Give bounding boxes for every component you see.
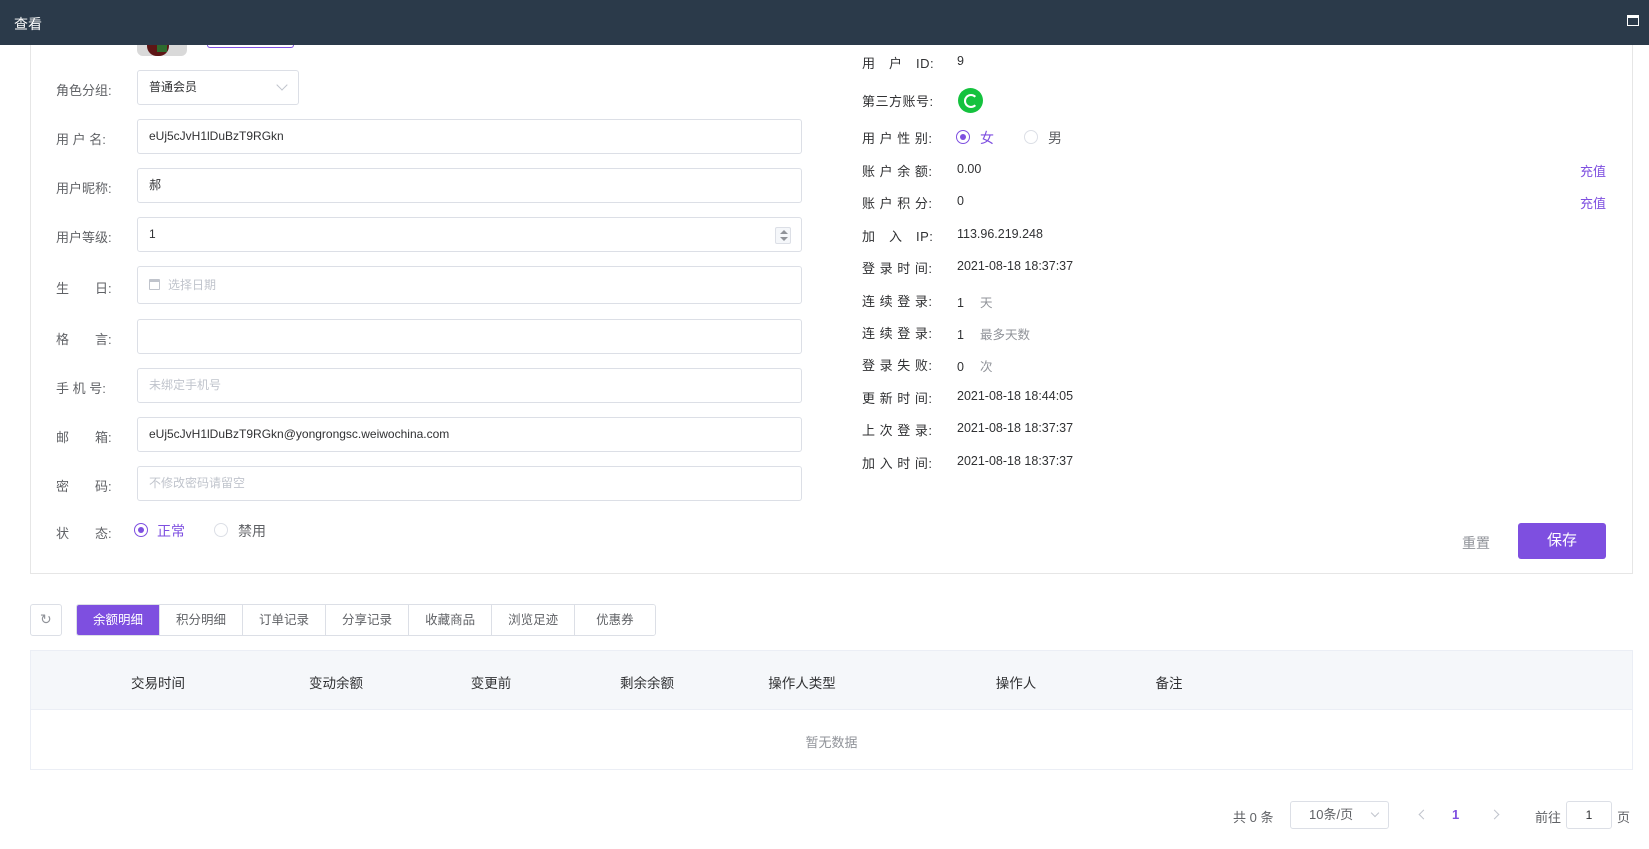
column-header: 变更前 <box>470 676 512 691</box>
empty-text: 暂无数据 <box>805 735 858 750</box>
level-label: 用户等级: <box>56 230 112 245</box>
phone-label: 手 机 号: <box>56 381 106 396</box>
chevron-down-icon <box>1370 808 1380 818</box>
table-header: 交易时间 变动余额 变更前 剩余余额 操作人类型 操作人 备注 <box>31 651 1632 710</box>
recharge-points-link[interactable]: 充值 <box>1580 193 1606 212</box>
status-normal-label[interactable]: 正常 <box>157 521 185 541</box>
status-disabled-label[interactable]: 禁用 <box>238 521 266 541</box>
gender-male-radio[interactable] <box>1024 130 1038 144</box>
username-label: 用 户 名: <box>56 132 106 147</box>
gender-label: 用 户 性 别: <box>862 131 933 146</box>
recharge-balance-link[interactable]: 充值 <box>1580 161 1606 180</box>
status-label: 状 态: <box>56 526 112 541</box>
email-input[interactable]: eUj5cJvH1lDuBzT9RGkn@yongrongsc.weiwochi… <box>137 417 802 452</box>
join-ip-value: 113.96.219.248 <box>957 227 1043 241</box>
reset-button[interactable]: 重置 <box>1462 533 1490 553</box>
birthday-picker[interactable]: 选择日期 <box>137 266 802 304</box>
level-stepper[interactable] <box>775 227 791 244</box>
upload-avatar-button[interactable] <box>207 45 294 48</box>
join-time-label: 加 入 时 间: <box>862 456 933 471</box>
user-id-value: 9 <box>957 54 964 68</box>
tab-favorite-products[interactable]: 收藏商品 <box>409 605 493 635</box>
password-label: 密 码: <box>56 479 112 494</box>
column-header: 变动余额 <box>309 676 363 691</box>
wechat-icon[interactable] <box>958 88 983 113</box>
page-size-select[interactable]: 10条/页 <box>1290 801 1389 829</box>
goto-suffix: 页 <box>1617 810 1631 825</box>
tab-points-detail[interactable]: 积分明细 <box>160 605 244 635</box>
tab-order-records[interactable]: 订单记录 <box>243 605 327 635</box>
third-party-label: 第三方账号: <box>862 94 934 109</box>
balance-value: 0.00 <box>957 162 982 176</box>
pager-total: 共 0 条 <box>1233 810 1274 825</box>
goto-page-input[interactable]: 1 <box>1566 801 1612 829</box>
login-fail-value: 0次 <box>957 360 993 374</box>
max-consecutive-login-value: 1 最多天数 <box>957 328 1030 342</box>
points-value: 0 <box>957 194 964 208</box>
status-disabled-radio[interactable] <box>214 523 228 537</box>
nickname-input[interactable]: 郝 <box>137 168 802 203</box>
window-titlebar: 查看 <box>0 0 1649 45</box>
refresh-button[interactable] <box>30 604 62 636</box>
gender-male-label[interactable]: 男 <box>1048 128 1062 148</box>
role-select-value: 普通会员 <box>149 80 198 94</box>
phone-input[interactable]: 未绑定手机号 <box>137 368 802 403</box>
phone-placeholder: 未绑定手机号 <box>149 378 222 392</box>
gender-female-radio[interactable] <box>956 130 970 144</box>
tab-browse-history[interactable]: 浏览足迹 <box>492 605 576 635</box>
tab-coupons[interactable]: 优惠券 <box>575 605 655 635</box>
page-size-value: 10条/页 <box>1309 807 1354 822</box>
birthday-placeholder: 选择日期 <box>168 278 217 292</box>
user-id-label: 用 户 ID: <box>862 56 935 71</box>
update-time-value: 2021-08-18 18:44:05 <box>957 389 1074 403</box>
balance-table: 交易时间 变动余额 变更前 剩余余额 操作人类型 操作人 备注 暂无数据 <box>30 650 1633 770</box>
password-placeholder: 不修改密码请留空 <box>149 476 246 490</box>
gender-female-label[interactable]: 女 <box>980 128 994 148</box>
tab-share-records[interactable]: 分享记录 <box>326 605 410 635</box>
save-button[interactable]: 保存 <box>1518 523 1606 559</box>
role-label: 角色分组: <box>56 83 112 98</box>
column-header: 操作人类型 <box>768 676 836 691</box>
login-time-label: 登 录 时 间: <box>862 261 933 276</box>
next-page-icon[interactable] <box>1489 809 1500 820</box>
consecutive-login-label: 连 续 登 录: <box>862 294 933 309</box>
last-login-value: 2021-08-18 18:37:37 <box>957 421 1074 435</box>
email-label: 邮 箱: <box>56 430 112 445</box>
level-value: 1 <box>149 227 156 241</box>
birthday-label: 生 日: <box>56 281 112 296</box>
level-input[interactable]: 1 <box>137 217 802 252</box>
login-time-value: 2021-08-18 18:37:37 <box>957 259 1074 273</box>
login-fail-label: 登 录 失 败: <box>862 358 933 373</box>
points-label: 账 户 积 分: <box>862 196 933 211</box>
prev-page-icon[interactable] <box>1418 809 1429 820</box>
consecutive-login-value: 1天 <box>957 296 993 310</box>
status-normal-radio[interactable] <box>134 523 148 537</box>
nickname-label: 用户昵称: <box>56 181 112 196</box>
column-header: 交易时间 <box>131 676 185 691</box>
role-select[interactable]: 普通会员 <box>137 70 299 105</box>
page-number[interactable]: 1 <box>1452 807 1459 822</box>
window-title: 查看 <box>14 16 42 32</box>
avatar[interactable] <box>137 45 187 56</box>
column-header: 操作人 <box>995 676 1037 691</box>
username-input[interactable]: eUj5cJvH1lDuBzT9RGkn <box>137 119 802 154</box>
column-header: 剩余余额 <box>620 676 674 691</box>
join-ip-label: 加 入 IP: <box>862 229 934 244</box>
calendar-icon <box>149 279 160 290</box>
balance-label: 账 户 余 额: <box>862 164 933 179</box>
chevron-down-icon <box>276 79 288 91</box>
password-input[interactable]: 不修改密码请留空 <box>137 466 802 501</box>
join-time-value: 2021-08-18 18:37:37 <box>957 454 1074 468</box>
motto-label: 格 言: <box>56 332 112 347</box>
goto-prefix: 前往 <box>1535 810 1562 825</box>
tab-balance-detail[interactable]: 余额明细 <box>77 605 161 635</box>
update-time-label: 更 新 时 间: <box>862 391 933 406</box>
last-login-label: 上 次 登 录: <box>862 423 933 438</box>
maximize-icon[interactable] <box>1627 15 1639 26</box>
max-consecutive-login-label: 连 续 登 录: <box>862 326 933 341</box>
record-tabs: 余额明细 积分明细 订单记录 分享记录 收藏商品 浏览足迹 优惠券 <box>76 604 656 636</box>
column-header: 备注 <box>1155 676 1183 691</box>
motto-input[interactable] <box>137 319 802 354</box>
